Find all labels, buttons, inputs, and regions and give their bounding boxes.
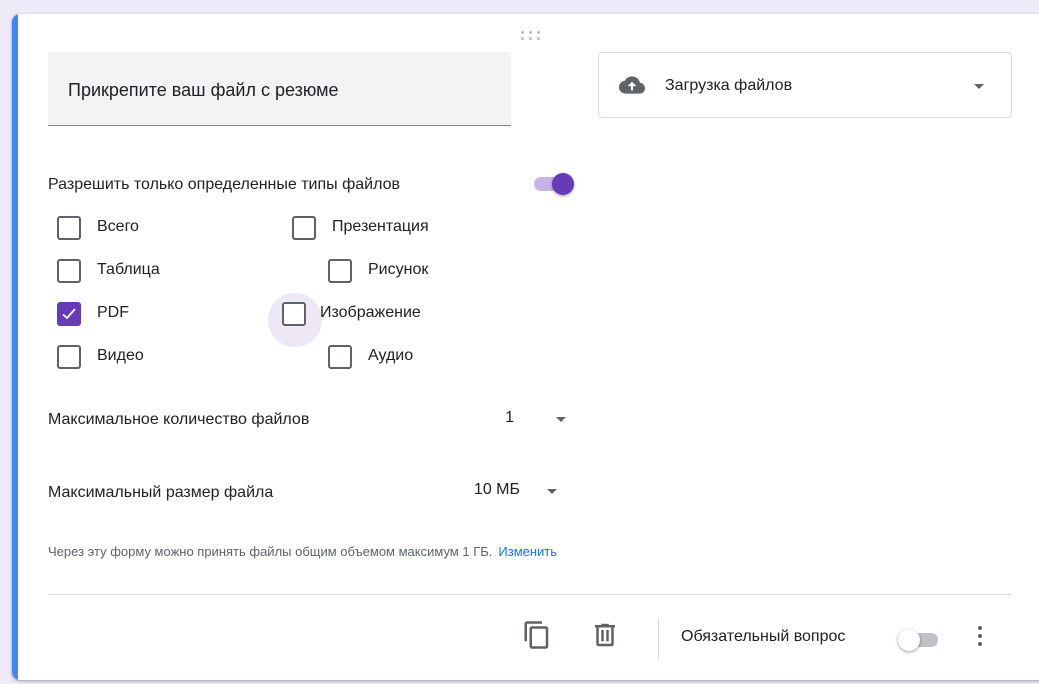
question-title-input[interactable]: Прикрепите ваш файл с резюме [48, 52, 511, 126]
checkbox-drawing[interactable] [328, 259, 352, 283]
checkbox-image[interactable] [282, 302, 306, 326]
required-question-label: Обязательный вопрос [681, 628, 846, 645]
footer-divider [48, 594, 1012, 595]
question-card[interactable]: Прикрепите ваш файл с резюме Загрузка фа… [12, 14, 1039, 680]
footer-vertical-divider [658, 618, 659, 660]
checkbox-image-label: Изображение [320, 304, 421, 321]
checkbox-video-label: Видео [97, 347, 144, 364]
max-files-dropdown[interactable]: 1 [452, 402, 572, 438]
more-options-icon[interactable] [972, 622, 988, 650]
checkbox-audio-label: Аудио [368, 347, 414, 364]
active-indicator [12, 14, 18, 680]
required-question-toggle[interactable] [898, 629, 938, 651]
checkmark-icon [62, 308, 76, 320]
toggle-knob [898, 629, 920, 651]
checkbox-spreadsheet-label: Таблица [97, 261, 160, 278]
max-size-dropdown[interactable]: 10 МБ [422, 474, 572, 510]
toggle-knob [552, 173, 574, 195]
checkbox-audio[interactable] [328, 345, 352, 369]
checkbox-pdf-label: PDF [97, 304, 129, 321]
restrict-types-toggle[interactable] [534, 173, 574, 195]
restrict-types-label: Разрешить только определенные типы файло… [48, 176, 401, 193]
checkbox-all[interactable] [57, 216, 81, 240]
size-limit-note: Через эту форму можно принять файлы общи… [48, 544, 557, 559]
size-limit-note-text: Через эту форму можно принять файлы общи… [48, 544, 493, 559]
max-files-value: 1 [505, 409, 514, 426]
max-files-label: Максимальное количество файлов [48, 411, 310, 428]
drag-handle-icon[interactable] [520, 30, 542, 42]
checkbox-all-label: Всего [97, 218, 139, 235]
checkbox-video[interactable] [57, 345, 81, 369]
max-size-value: 10 МБ [473, 481, 520, 498]
change-limit-link[interactable]: Изменить [498, 544, 557, 559]
checkbox-presentation-label: Презентация [332, 218, 429, 235]
chevron-down-icon [547, 489, 557, 494]
question-title-text: Прикрепите ваш файл с резюме [68, 80, 339, 100]
checkbox-pdf[interactable] [57, 302, 81, 326]
question-type-label: Загрузка файлов [665, 77, 793, 94]
cloud-upload-icon [619, 76, 645, 94]
delete-icon[interactable] [590, 620, 620, 650]
chevron-down-icon [556, 417, 566, 422]
max-size-label: Максимальный размер файла [48, 484, 274, 501]
checkbox-presentation[interactable] [292, 216, 316, 240]
chevron-down-icon [974, 84, 984, 89]
duplicate-icon[interactable] [522, 620, 552, 650]
question-type-dropdown[interactable]: Загрузка файлов [598, 52, 1012, 118]
checkbox-drawing-label: Рисунок [368, 261, 429, 278]
checkbox-spreadsheet[interactable] [57, 259, 81, 283]
